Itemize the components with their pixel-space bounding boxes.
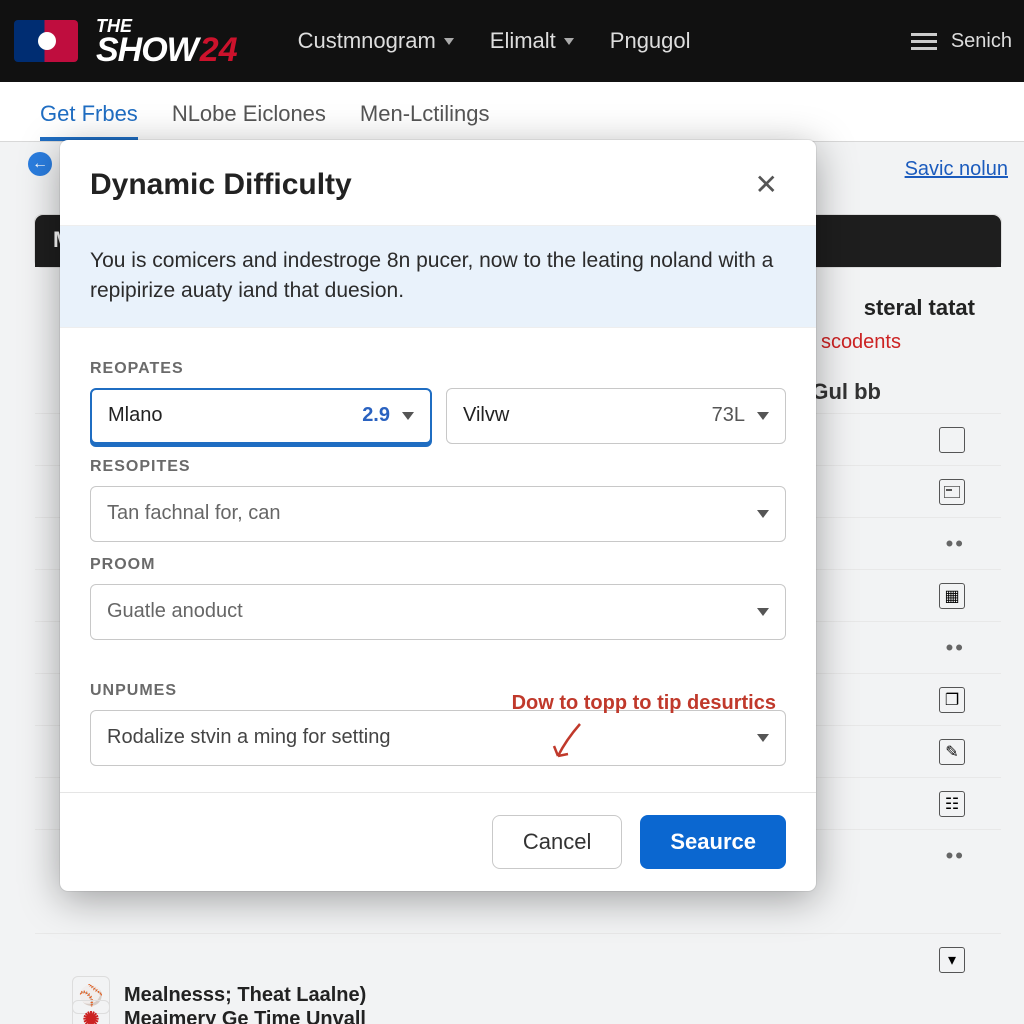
- topbar-right: Senich: [911, 0, 1012, 82]
- topnav-label: Custmnogram: [298, 28, 436, 54]
- tab-1[interactable]: NLobe Eiclones: [172, 101, 326, 141]
- field-label-resopites: RESOPITES: [90, 458, 786, 476]
- team-logo-icon: ✺: [72, 1000, 110, 1024]
- chevron-down-icon: [757, 412, 769, 420]
- reopates-select-2[interactable]: Vilvw 73L: [446, 388, 786, 444]
- dynamic-difficulty-modal: Dynamic Difficulty ✕ You is comicers and…: [60, 140, 816, 891]
- topnav-item-2[interactable]: Pngugol: [610, 28, 691, 54]
- chevron-down-icon: [444, 38, 454, 45]
- modal-title: Dynamic Difficulty: [90, 168, 352, 202]
- topnav-item-1[interactable]: Elimalt: [490, 28, 574, 54]
- logo-year: 24: [200, 35, 238, 66]
- rightcol-title: steral tatat: [864, 295, 975, 321]
- save-link[interactable]: Savic nolun: [905, 158, 1008, 181]
- select-value: Rodalize stvin a ming for setting: [107, 726, 390, 749]
- tab-2[interactable]: Men-Lctilings: [360, 101, 490, 141]
- chevron-down-icon: [757, 734, 769, 742]
- subnav: Get Frbes NLobe Eiclones Men-Lctilings: [0, 82, 1024, 142]
- topbar-right-label: Senich: [951, 30, 1012, 53]
- select-num: 2.9: [362, 404, 390, 427]
- modal-header: Dynamic Difficulty ✕: [60, 140, 816, 225]
- doc-icon[interactable]: ☷: [939, 791, 965, 817]
- rightcol-sub: scodents: [821, 331, 901, 354]
- chevron-down-icon: [757, 608, 769, 616]
- game-logo: THE SHOW 24: [96, 17, 238, 66]
- topnav-label: Elimalt: [490, 28, 556, 54]
- select-value: Vilvw: [463, 404, 509, 427]
- modal-body: REOPATES Mlano 2.9 Vilvw 73L RESOPITES T…: [60, 328, 816, 792]
- topnav-item-0[interactable]: Custmnogram: [298, 28, 454, 54]
- proom-select[interactable]: Guatle anoduct: [90, 584, 786, 640]
- modal-footer: Cancel Seaurce: [60, 792, 816, 891]
- more-icon[interactable]: ••: [946, 531, 965, 557]
- modal-banner: You is comicers and indestroge 8n pucer,…: [60, 225, 816, 328]
- select-value: Tan fachnal for, can: [107, 502, 280, 525]
- chevron-down-icon: [564, 38, 574, 45]
- menu-icon[interactable]: [911, 33, 937, 50]
- field-label-proom: PROOM: [90, 556, 786, 574]
- field-label-unpumes: UNPUMES: [90, 682, 786, 700]
- tab-0[interactable]: Get Frbes: [40, 101, 138, 141]
- select-value: Guatle anoduct: [107, 600, 243, 623]
- close-icon[interactable]: ✕: [747, 164, 786, 205]
- list-item[interactable]: ✺ Meaimery Ge Time Unvall: [72, 1008, 1002, 1024]
- back-button[interactable]: ←: [28, 152, 52, 176]
- list-item-label: Meaimery Ge Time Unvall: [124, 1008, 366, 1024]
- checkbox-icon[interactable]: [939, 427, 965, 453]
- select-value: Mlano: [108, 404, 162, 427]
- more-icon[interactable]: ••: [946, 843, 965, 869]
- chevron-down-icon: [757, 510, 769, 518]
- logo-show: SHOW: [96, 35, 198, 66]
- topbar: THE SHOW 24 Custmnogram Elimalt Pngugol …: [0, 0, 1024, 82]
- reopates-select-1[interactable]: Mlano 2.9: [90, 388, 432, 444]
- note-icon[interactable]: ▦: [939, 583, 965, 609]
- unpumes-select[interactable]: Rodalize stvin a ming for setting: [90, 710, 786, 766]
- top-nav: Custmnogram Elimalt Pngugol: [298, 28, 691, 54]
- copy-icon[interactable]: ❐: [939, 687, 965, 713]
- card-icon[interactable]: [939, 479, 965, 505]
- confirm-button[interactable]: Seaurce: [640, 815, 786, 869]
- edit-icon[interactable]: ✎: [939, 739, 965, 765]
- list-item-label: Mealnesss; Theat Laalne): [124, 984, 366, 1007]
- cancel-button[interactable]: Cancel: [492, 815, 622, 869]
- resopites-select[interactable]: Tan fachnal for, can: [90, 486, 786, 542]
- chevron-down-icon: [402, 412, 414, 420]
- topnav-label: Pngugol: [610, 28, 691, 54]
- select-num: 73L: [712, 404, 745, 427]
- mlb-logo-icon: [14, 20, 78, 62]
- field-label-reopates: REOPATES: [90, 360, 786, 378]
- rightcol-value: Gul bb: [811, 379, 881, 405]
- more-icon[interactable]: ••: [946, 635, 965, 661]
